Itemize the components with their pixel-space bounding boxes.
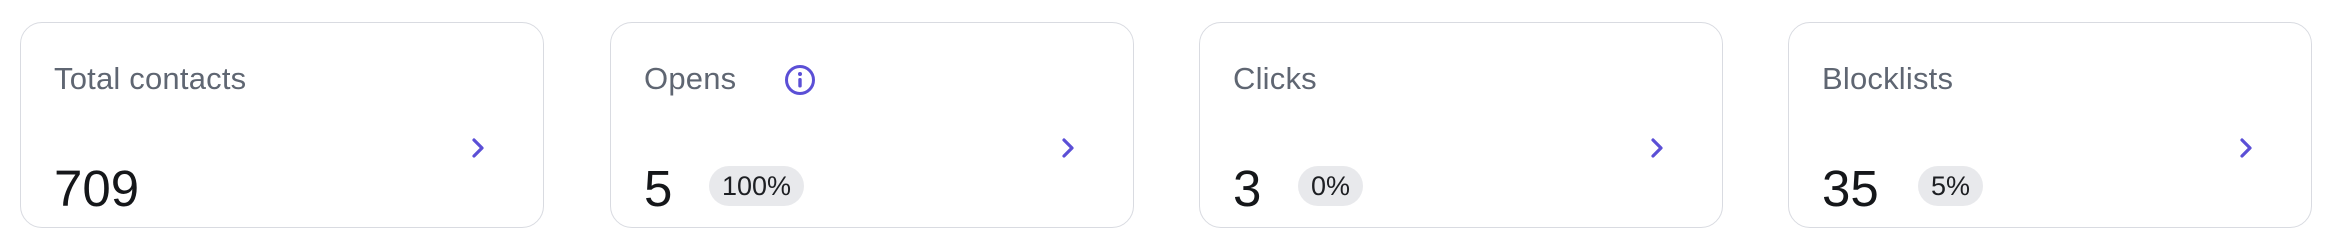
stat-card-title: Blocklists [1822,61,1954,96]
stat-card-value: 5 [644,160,673,217]
chevron-right-icon[interactable] [1053,133,1083,163]
stat-card-blocklists[interactable]: Blocklists 35 5% [1788,22,2312,228]
stat-card-title: Clicks [1233,61,1317,96]
chevron-right-icon[interactable] [463,133,493,163]
stat-card-title: Opens [644,61,737,96]
percentage-badge: 100% [709,166,805,206]
percentage-badge: 5% [1918,166,1984,206]
stat-card-opens[interactable]: Opens 5 100% [610,22,1134,228]
stat-card-value: 709 [54,160,140,217]
stat-card-title: Total contacts [54,61,247,96]
stats-row: Total contacts 709 Opens 5 100% Clicks 3… [0,0,2328,250]
stat-card-value: 3 [1233,160,1262,217]
chevron-right-icon[interactable] [1642,133,1672,163]
stat-card-total-contacts[interactable]: Total contacts 709 [20,22,544,228]
chevron-right-icon[interactable] [2231,133,2261,163]
info-circle-icon[interactable] [783,63,817,97]
stat-card-clicks[interactable]: Clicks 3 0% [1199,22,1723,228]
percentage-badge: 0% [1298,166,1364,206]
stat-card-value: 35 [1822,160,1879,217]
